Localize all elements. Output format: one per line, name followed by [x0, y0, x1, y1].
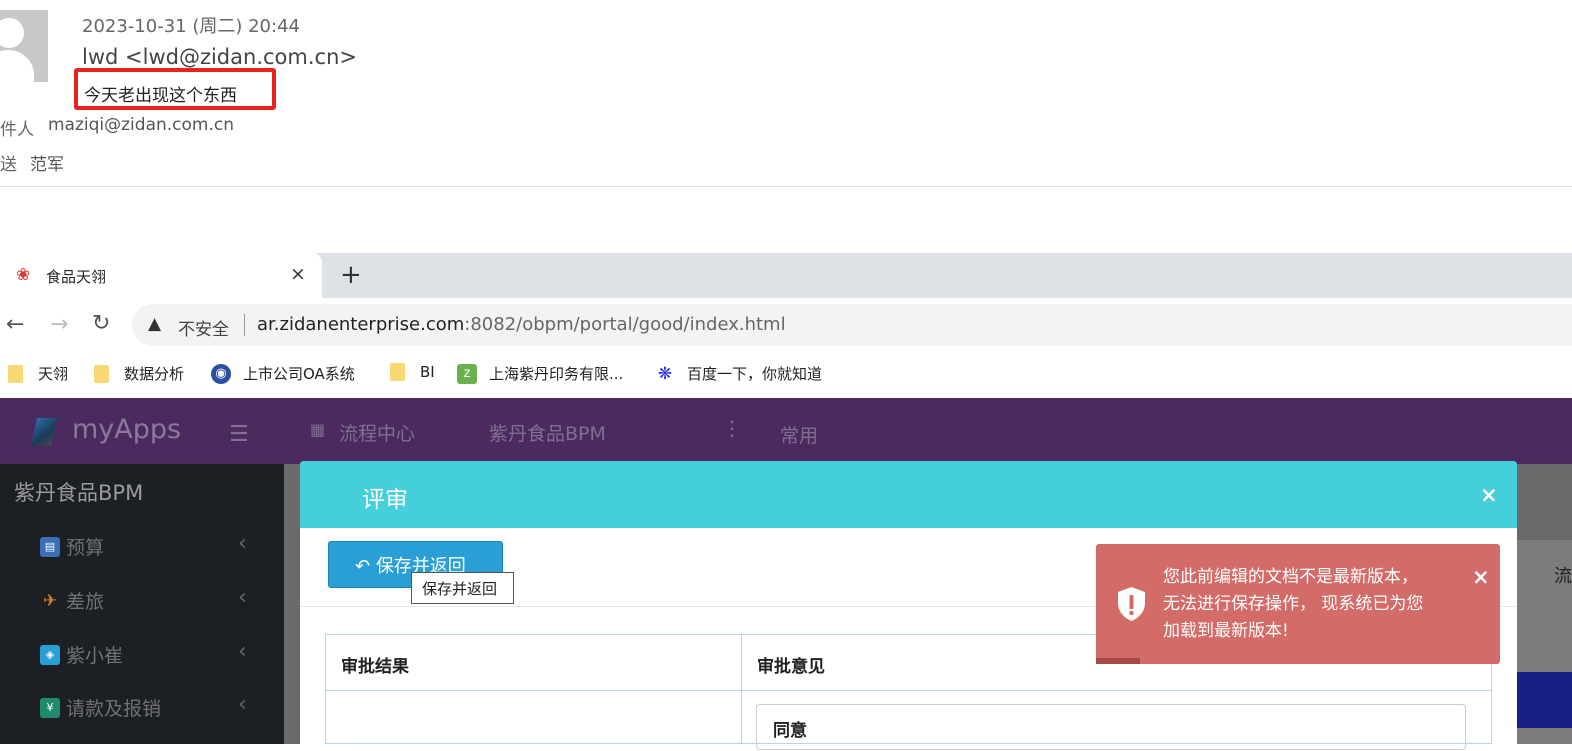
address-separator — [244, 314, 245, 336]
tab-close-icon[interactable]: × — [290, 263, 306, 285]
column-header-result: 审批结果 — [341, 657, 409, 677]
folder-icon — [8, 364, 23, 383]
toast-line: 加载到最新版本! — [1163, 621, 1289, 641]
tab-title[interactable]: 食品天翎 — [46, 266, 106, 287]
warning-icon[interactable]: ▲ — [148, 314, 161, 334]
email-date: 2023-10-31 (周二) 20:44 — [82, 16, 300, 37]
bookmark-item[interactable]: z 上海紫丹印务有限... — [457, 363, 623, 384]
sidebar-item-travel[interactable]: ✈ 差旅 — [40, 587, 104, 614]
chevron-left-icon[interactable]: ‹ — [238, 585, 247, 610]
recipient-label: 件人 — [0, 120, 34, 140]
email-subject-highlight: 今天老出现这个东西 — [74, 68, 276, 110]
column-header-opinion: 审批意见 — [757, 657, 825, 677]
sidebar-item-label: 紫小崔 — [66, 645, 124, 667]
url-host: ar.zidanenterprise.com — [257, 314, 465, 335]
yen-icon: ¥ — [40, 697, 60, 718]
background-label: 流 — [1554, 566, 1572, 587]
chevron-left-icon[interactable]: ‹ — [238, 692, 247, 717]
bookmark-item[interactable]: ❋ 百度一下，你就知道 — [655, 363, 822, 384]
back-arrow-icon[interactable]: ← — [6, 312, 24, 337]
email-divider — [0, 186, 1572, 187]
bookmark-label: 天翎 — [38, 365, 69, 383]
bookmark-item[interactable]: BI — [390, 363, 435, 381]
folder-icon — [390, 363, 405, 381]
app-logo[interactable]: myApps — [72, 414, 181, 445]
z-logo-icon: z — [457, 363, 477, 384]
chevron-left-icon[interactable]: ‹ — [238, 639, 247, 664]
budget-icon: ▤ — [40, 536, 60, 557]
nav-process-center[interactable]: 流程中心 — [339, 419, 415, 446]
shield-alert-icon — [1118, 587, 1145, 621]
url-text[interactable]: ar.zidanenterprise.com:8082/obpm/portal/… — [257, 314, 786, 335]
recipient-address[interactable]: maziqi@zidan.com.cn — [48, 115, 234, 135]
toast-close-icon[interactable]: × — [1472, 565, 1490, 589]
sidebar-item-label: 差旅 — [66, 591, 105, 613]
tooltip: 保存并返回 — [411, 572, 514, 604]
toast-line: 无法进行保存操作， 现系统已为您 — [1163, 594, 1424, 614]
bookmark-label: BI — [420, 363, 435, 381]
folder-icon — [94, 364, 109, 383]
chevron-left-icon[interactable]: ‹ — [238, 531, 247, 556]
sender-avatar — [0, 10, 48, 82]
sidebar-item-zixiaocui[interactable]: ◈ 紫小崔 — [40, 641, 123, 668]
insecure-label[interactable]: 不安全 — [178, 315, 229, 340]
reload-icon[interactable]: ↻ — [92, 311, 110, 336]
url-path: :8082/obpm/portal/good/index.html — [464, 314, 786, 335]
email-sender[interactable]: lwd <lwd@zidan.com.cn> — [82, 45, 357, 69]
modal-title: 评审 — [362, 487, 408, 513]
bookmark-label: 上市公司OA系统 — [243, 365, 355, 383]
opinion-input[interactable]: 同意 — [756, 704, 1466, 750]
undo-arrow-icon: ↶ — [355, 556, 376, 577]
tab-favicon-icon: ❀ — [16, 265, 31, 285]
bookmark-label: 数据分析 — [124, 365, 185, 383]
new-tab-button[interactable]: + — [340, 260, 362, 290]
cc-label: 送 — [0, 155, 17, 175]
sidebar-item-label: 请款及报销 — [66, 698, 162, 720]
bookmark-item[interactable]: 天翎 — [8, 363, 68, 384]
paw-icon: ❋ — [655, 363, 675, 384]
menu-toggle-icon[interactable]: ☰ — [229, 422, 249, 447]
sidebar-item-budget[interactable]: ▤ 预算 — [40, 533, 104, 560]
bookmark-label: 上海紫丹印务有限... — [489, 365, 624, 383]
sidebar-item-label: 预算 — [66, 537, 105, 559]
cc-name[interactable]: 范军 — [30, 150, 64, 175]
nav-bpm[interactable]: 紫丹食品BPM — [489, 419, 606, 446]
toast-message: 您此前编辑的文档不是最新版本， 无法进行保存操作， 现系统已为您 加载到最新版本… — [1163, 564, 1463, 645]
sidebar-item-reimbursement[interactable]: ¥ 请款及报销 — [40, 694, 161, 721]
background-bar — [1516, 672, 1572, 728]
plane-icon: ✈ — [42, 590, 58, 611]
oa-icon: ◉ — [211, 363, 231, 384]
more-vertical-icon[interactable]: ⋮ — [722, 416, 742, 440]
sidebar-title: 紫丹食品BPM — [14, 481, 144, 505]
bookmark-item[interactable]: 数据分析 — [94, 363, 184, 384]
box-icon: ◈ — [40, 644, 60, 665]
bookmark-label: 百度一下，你就知道 — [687, 365, 823, 383]
modal-header — [300, 461, 1517, 528]
toast-line: 您此前编辑的文档不是最新版本， — [1163, 567, 1418, 587]
forward-arrow-icon[interactable]: → — [50, 312, 68, 337]
column-separator — [741, 634, 742, 744]
bookmark-item[interactable]: ◉ 上市公司OA系统 — [211, 363, 355, 384]
nav-common[interactable]: 常用 — [780, 421, 818, 448]
toast-progress-bar — [1096, 658, 1140, 664]
close-icon[interactable]: × — [1480, 483, 1498, 507]
grid-icon: ▦ — [310, 420, 326, 439]
